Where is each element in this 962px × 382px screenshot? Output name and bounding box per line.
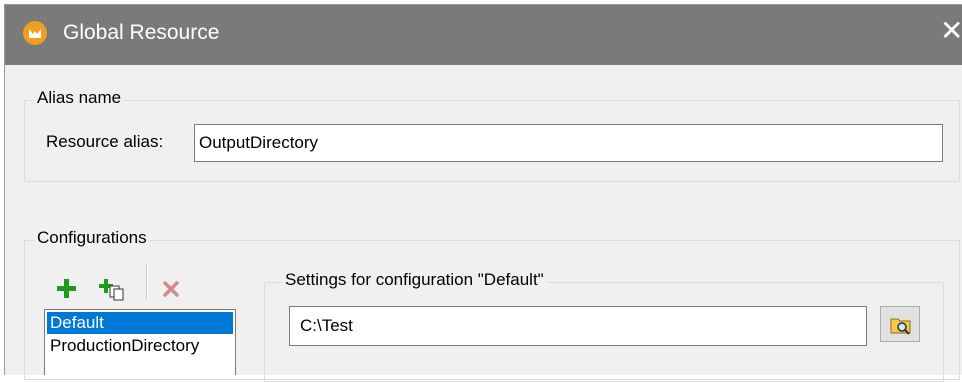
browse-button[interactable] <box>880 306 920 342</box>
configuration-path-input[interactable]: C:\Test <box>289 306 867 346</box>
delete-configuration-button[interactable] <box>160 278 186 304</box>
settings-legend: Settings for configuration "Default" <box>282 270 547 290</box>
list-item-default[interactable]: Default <box>47 312 233 334</box>
window-title: Global Resource <box>63 21 220 44</box>
resource-alias-label: Resource alias: <box>46 132 164 151</box>
configurations-legend: Configurations <box>34 228 150 248</box>
folder-browse-icon <box>890 318 911 335</box>
configurations-list[interactable]: Default ProductionDirectory <box>44 309 236 375</box>
alias-name-legend: Alias name <box>34 88 125 108</box>
add-configuration-button[interactable] <box>54 276 80 302</box>
green-plus-icon <box>57 279 76 298</box>
title-bar: Global Resource ✕ <box>5 5 962 65</box>
resource-alias-input[interactable]: OutputDirectory <box>194 124 943 162</box>
close-icon[interactable]: ✕ <box>940 17 962 45</box>
add-copy-configuration-button[interactable] <box>98 276 124 302</box>
red-x-icon <box>163 281 179 297</box>
list-item-productiondirectory[interactable]: ProductionDirectory <box>45 334 235 358</box>
toolbar-separator <box>146 263 148 299</box>
add-copy-icon <box>99 279 124 301</box>
app-logo-icon <box>23 21 47 45</box>
